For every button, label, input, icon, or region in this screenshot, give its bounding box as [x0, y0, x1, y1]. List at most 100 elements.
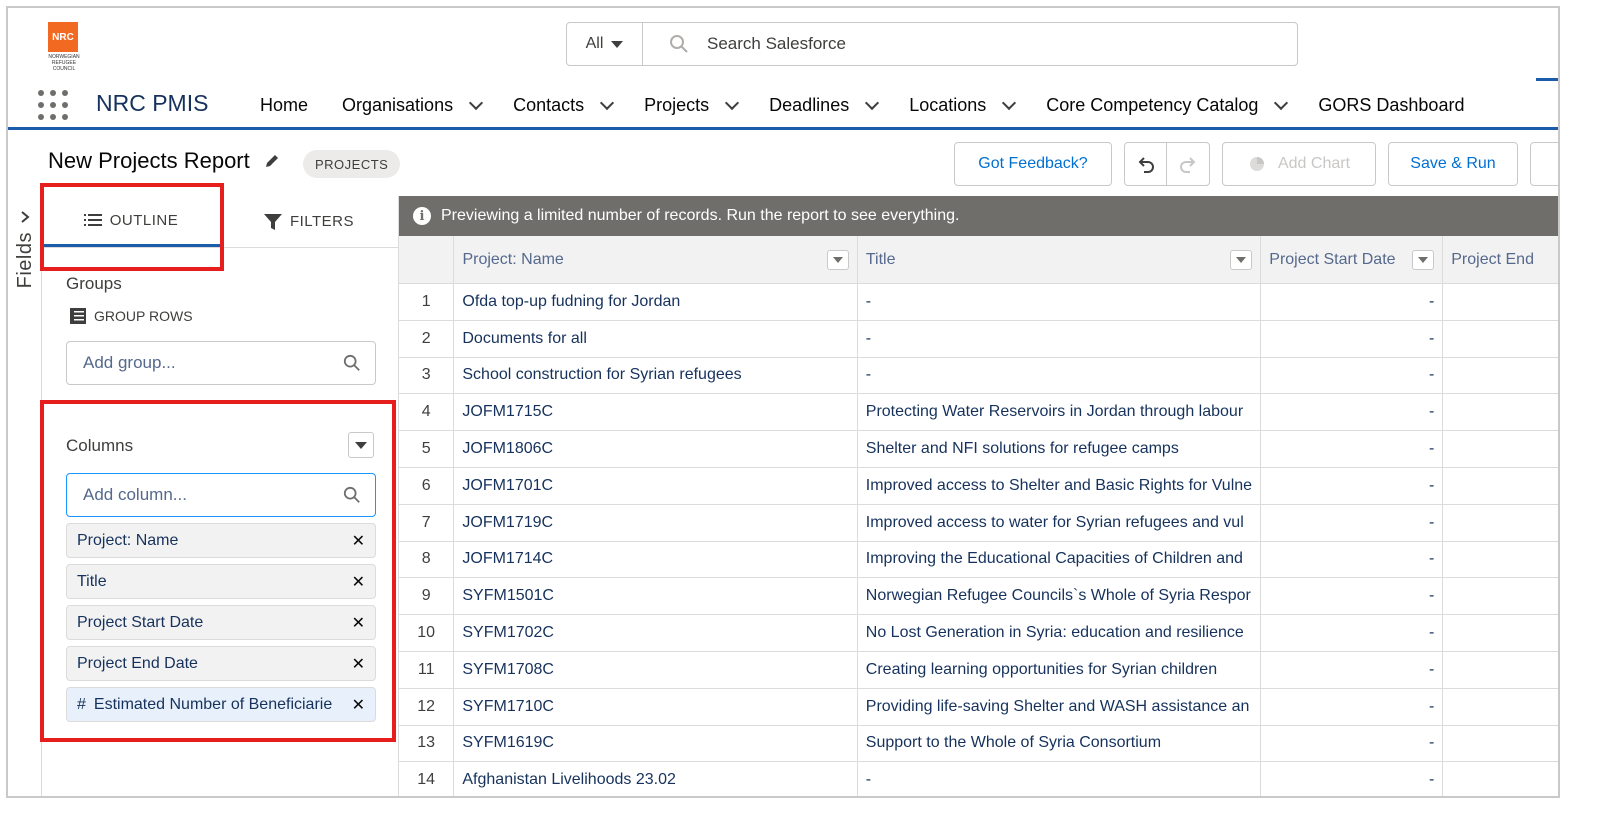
remove-column-icon[interactable]: ✕: [352, 613, 365, 633]
nav-item-core-competency-catalog[interactable]: Core Competency Catalog: [1044, 95, 1316, 116]
app-launcher-icon[interactable]: [38, 90, 68, 120]
column-pill-label: Project End Date: [77, 655, 198, 673]
group-rows-text: GROUP ROWS: [94, 308, 193, 324]
filter-icon: [263, 213, 282, 230]
logo-mark: NRC: [48, 22, 78, 52]
row-number-header: [399, 236, 455, 284]
table-cell: [1443, 762, 1558, 796]
add-group-field[interactable]: [66, 341, 376, 385]
add-column-input[interactable]: [83, 485, 323, 505]
nav-item-label: Organisations: [342, 94, 454, 115]
table-row: 13 SYFM1619C Support to the Whole of Syria…: [399, 725, 1558, 763]
table-cell: -: [858, 762, 1262, 796]
column-pill[interactable]: Title ✕: [66, 564, 376, 599]
edit-pencil-icon[interactable]: [264, 153, 280, 169]
nrc-logo[interactable]: NRC NORWEGIAN REFUGEE COUNCIL: [40, 22, 88, 72]
redo-button[interactable]: [1167, 143, 1209, 185]
table-cell: JOFM1701C: [454, 467, 858, 504]
table-cell: Ofda top-up fudning for Jordan: [454, 284, 858, 320]
column-header[interactable]: Project Start Date: [1261, 236, 1444, 284]
nav-item-deadlines[interactable]: Deadlines: [767, 95, 907, 116]
row-number: 6: [399, 467, 455, 504]
got-feedback-button[interactable]: Got Feedback?: [954, 142, 1112, 186]
remove-column-icon[interactable]: ✕: [352, 695, 365, 715]
search-input[interactable]: [707, 34, 1107, 54]
column-header[interactable]: Project End: [1443, 236, 1558, 284]
caret-down-icon: [611, 40, 624, 48]
undo-redo-group: [1124, 142, 1210, 186]
table-cell: Creating learning opportunities for Syri…: [858, 651, 1262, 688]
save-dropdown-button[interactable]: [1530, 142, 1558, 186]
remove-column-icon[interactable]: ✕: [352, 572, 365, 592]
table-cell: -: [1261, 467, 1444, 504]
table-cell: -: [1261, 504, 1444, 541]
nav-item-projects[interactable]: Projects: [642, 95, 767, 116]
add-chart-button[interactable]: Add Chart: [1222, 142, 1376, 186]
columns-menu-button[interactable]: [348, 432, 374, 458]
table-body: 1 Ofda top-up fudning for Jordan - -2 Docume…: [399, 284, 1558, 796]
column-header[interactable]: Project: Name: [454, 236, 858, 284]
column-pill[interactable]: # Estimated Number of Beneficiarie ✕: [66, 687, 376, 722]
column-menu-button[interactable]: [826, 250, 849, 270]
groups-heading: Groups: [66, 274, 122, 293]
remove-column-icon[interactable]: ✕: [352, 531, 365, 551]
table-cell: -: [1261, 615, 1444, 651]
nav-item-locations[interactable]: Locations: [907, 95, 1044, 116]
fields-rail[interactable]: Fields: [8, 196, 42, 796]
table-cell: SYFM1702C: [454, 615, 858, 651]
search-field[interactable]: [643, 23, 1297, 65]
report-title: New Projects Report: [48, 148, 250, 173]
global-search: All: [566, 22, 1298, 66]
nav-item-label: GORS Dashboard: [1318, 94, 1465, 115]
search-scope-dropdown[interactable]: All: [567, 23, 643, 65]
table-cell: Norwegian Refugee Councils`s Whole of Sy…: [858, 578, 1262, 615]
column-menu-button[interactable]: [1230, 250, 1253, 270]
row-number: 4: [399, 394, 455, 431]
nav-item-home[interactable]: Home: [258, 95, 340, 116]
list-icon: [83, 214, 102, 226]
nav-item-organisations[interactable]: Organisations: [340, 95, 511, 116]
column-pill[interactable]: Project End Date ✕: [66, 646, 376, 681]
table-row: 10 SYFM1702C No Lost Generation in Syria: …: [399, 615, 1558, 652]
column-pill[interactable]: Project: Name ✕: [66, 523, 376, 558]
info-icon: i: [413, 207, 431, 225]
row-number: 3: [399, 357, 455, 394]
logo-subtitle: NORWEGIAN REFUGEE COUNCIL: [48, 54, 80, 72]
chevron-down-icon[interactable]: [469, 95, 484, 110]
column-pill[interactable]: Project Start Date ✕: [66, 605, 376, 640]
nav-item-label: Contacts: [513, 94, 585, 115]
nav-item-gors-dashboard[interactable]: GORS Dashboard: [1316, 95, 1496, 116]
tab-outline[interactable]: OUTLINE: [42, 196, 220, 247]
column-name: Project: Name: [77, 531, 179, 549]
table-cell: JOFM1714C: [454, 541, 858, 578]
table-cell: -: [1261, 762, 1444, 796]
table-row: 1 Ofda top-up fudning for Jordan - -: [399, 284, 1558, 321]
nav-bar: NRC PMIS Home Organisations Contacts Projec…: [8, 78, 1558, 130]
undo-button[interactable]: [1125, 143, 1168, 185]
column-header[interactable]: Title: [858, 236, 1262, 284]
nav-overflow-tab[interactable]: [1536, 78, 1558, 130]
remove-column-icon[interactable]: ✕: [352, 654, 365, 674]
save-run-button[interactable]: Save & Run: [1388, 142, 1518, 186]
table-cell: [1443, 321, 1558, 357]
table-cell: Providing life-saving Shelter and WASH a…: [858, 688, 1262, 725]
chevron-down-icon[interactable]: [865, 95, 880, 110]
row-number: 2: [399, 320, 455, 357]
table-cell: SYFM1619C: [454, 725, 858, 762]
column-pill-label: Project: Name: [77, 532, 178, 550]
chevron-down-icon[interactable]: [600, 95, 615, 110]
row-number: 12: [399, 688, 455, 725]
chevron-down-icon[interactable]: [1274, 95, 1289, 110]
column-header-label: Title: [865, 251, 896, 268]
column-menu-button[interactable]: [1412, 250, 1435, 270]
preview-message: Previewing a limited number of records. …: [441, 207, 960, 224]
tab-filters[interactable]: FILTERS: [220, 196, 398, 247]
add-group-input[interactable]: [83, 353, 323, 373]
chevron-down-icon[interactable]: [1002, 95, 1017, 110]
add-column-field[interactable]: [66, 473, 376, 517]
number-field-icon: #: [77, 695, 86, 713]
app-window: NRC NORWEGIAN REFUGEE COUNCIL All NRC PM…: [6, 6, 1560, 798]
caret-down-icon: [355, 441, 367, 449]
chevron-down-icon[interactable]: [725, 95, 740, 110]
nav-item-contacts[interactable]: Contacts: [511, 95, 642, 116]
